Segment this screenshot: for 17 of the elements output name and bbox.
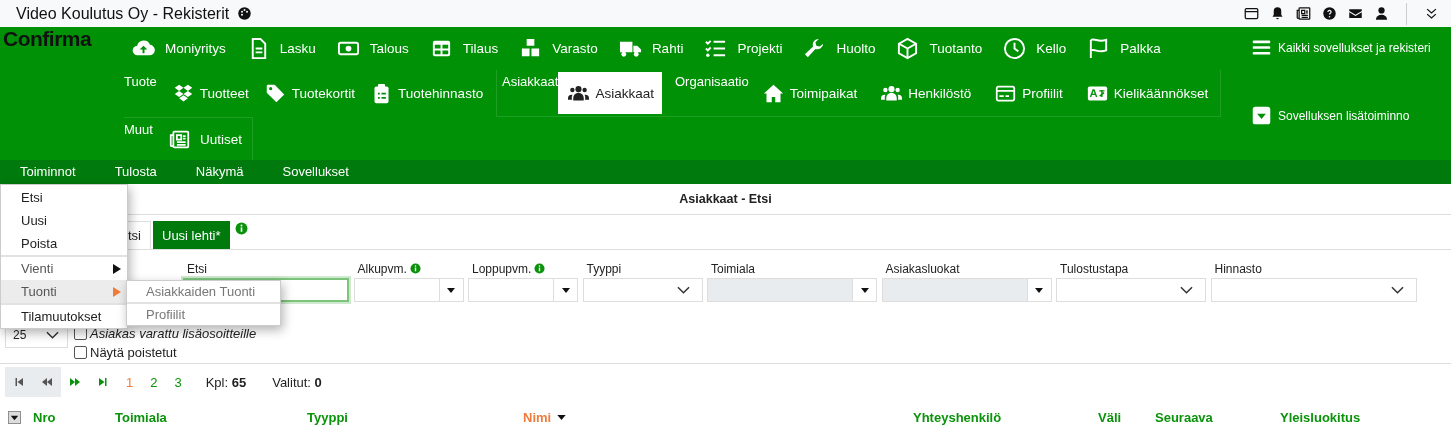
window-title: Video Koulutus Oy - Rekisterit <box>16 4 230 23</box>
selected-count: Valitut: 0 <box>272 374 322 390</box>
group-label: Asiakkaat <box>502 73 559 89</box>
page-title: Asiakkaat - Etsi <box>679 192 772 206</box>
field-label: Hinnasto <box>1214 261 1262 276</box>
group-label: Organisaatio <box>675 73 749 89</box>
group-label: Tuote <box>124 73 157 89</box>
record-count: Kpl: 65 <box>205 374 247 390</box>
field-label: Loppupvm. <box>472 261 532 276</box>
group-label: Muut <box>124 121 153 137</box>
field-label: Tulostustapa <box>1060 261 1129 276</box>
field-label: Alkupvm. <box>357 261 407 276</box>
logo: Confirma <box>3 27 92 51</box>
field-label: Asiakasluokat <box>885 261 960 276</box>
field-label: Tyyppi <box>586 261 622 276</box>
field-label: Etsi <box>187 261 207 276</box>
field-label: Toimiala <box>711 261 755 276</box>
